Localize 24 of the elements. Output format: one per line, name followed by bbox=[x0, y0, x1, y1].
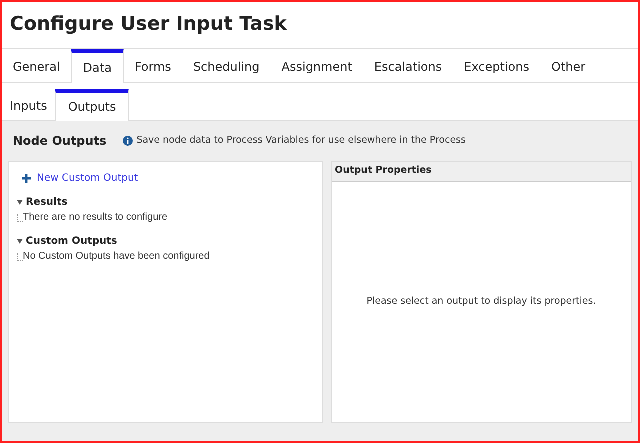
plus-icon bbox=[22, 174, 31, 182]
tab[interactable]: Outputs bbox=[55, 89, 130, 121]
tab[interactable]: General bbox=[2, 48, 72, 82]
expanded-triangle-icon[interactable] bbox=[17, 239, 23, 244]
info-text: Save node data to Process Variables for use elsewhere in the Process bbox=[136, 134, 466, 148]
info-icon bbox=[122, 136, 133, 146]
empty-message: Please select an output to display its properties. bbox=[366, 294, 596, 309]
tab[interactable]: Other bbox=[540, 48, 597, 82]
group-title: Results bbox=[26, 196, 68, 210]
tree-item: No Custom Outputs have been configured bbox=[23, 250, 210, 264]
tab[interactable]: Escalations bbox=[363, 48, 454, 82]
tab[interactable]: Forms bbox=[124, 48, 182, 82]
tab[interactable]: Assignment bbox=[270, 48, 364, 82]
expanded-triangle-icon[interactable] bbox=[17, 200, 23, 205]
tree-item: There are no results to configure bbox=[23, 211, 168, 225]
tab[interactable]: Inputs bbox=[2, 88, 56, 120]
panel-header: Output Properties bbox=[332, 162, 631, 182]
window-title: Configure User Input Task bbox=[9, 12, 288, 37]
tab[interactable]: Scheduling bbox=[182, 48, 271, 82]
tab[interactable]: Data bbox=[71, 49, 124, 83]
new-custom-output-button[interactable]: New Custom Output bbox=[22, 170, 138, 186]
section-title: Node Outputs bbox=[13, 133, 107, 150]
tab[interactable]: Exceptions bbox=[453, 48, 540, 82]
group-title: Custom Outputs bbox=[26, 235, 118, 249]
